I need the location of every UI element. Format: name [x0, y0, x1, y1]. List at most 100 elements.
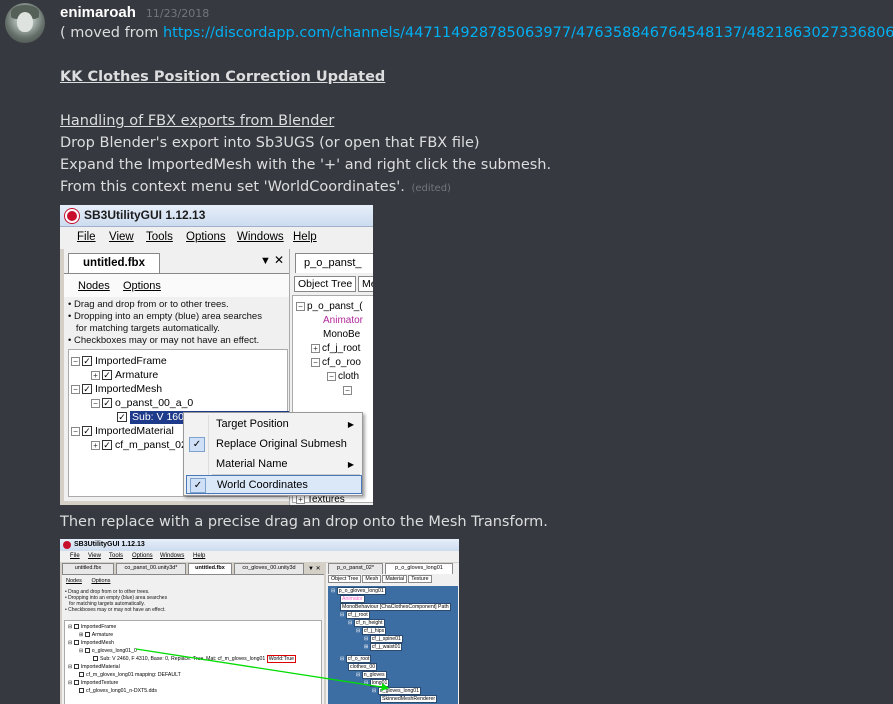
tree-row[interactable]: ⊟ ImportedMesh — [68, 639, 114, 647]
tree-row[interactable]: − ✓ ImportedMesh — [71, 382, 162, 396]
s2-tab-untitled-fbx[interactable]: untitled.fbx — [62, 563, 114, 574]
tree-row[interactable]: cf_m_gloves_long01 mapping: DEFAULT — [79, 671, 181, 679]
expand-icon[interactable]: + — [311, 343, 320, 353]
tree-row[interactable]: ⊟ p_o_gloves_long01 — [331, 587, 386, 595]
menu-item-world-coordinates[interactable]: ✓ World Coordinates — [186, 475, 362, 494]
tab-object-tree[interactable]: Object Tree — [328, 575, 362, 583]
s1-menu-options[interactable]: Options — [186, 231, 226, 243]
tree-row[interactable]: MonoBehaviour [ChaClothesComponent] Path — [340, 603, 451, 611]
tree-row[interactable]: Animator — [323, 313, 363, 327]
moved-link[interactable]: https://discordapp.com/channels/44711492… — [163, 25, 893, 41]
checkbox-checked-icon[interactable]: ✓ — [102, 398, 112, 408]
username[interactable]: enimaroah — [60, 4, 136, 21]
s2-menu-tools[interactable]: Tools — [109, 553, 123, 559]
tree-row[interactable]: ⊟ ImportedFrame — [68, 623, 116, 631]
tab-mesh[interactable]: Me — [358, 276, 373, 292]
expand-icon[interactable]: + — [91, 440, 100, 450]
collapse-icon[interactable]: − — [296, 301, 305, 311]
s1-options-menu[interactable]: Options — [123, 280, 161, 292]
s1-menu-file[interactable]: File — [77, 231, 96, 243]
checkbox-checked-icon[interactable] — [73, 664, 79, 670]
tree-row[interactable]: ⊞ cf_j_waist01 — [364, 643, 403, 651]
collapse-icon[interactable]: − — [71, 426, 80, 436]
s2-tab-co-panst[interactable]: co_panst_00.unity3d* — [116, 563, 186, 574]
menu-item-replace-original-submesh[interactable]: ✓ Replace Original Submesh — [186, 435, 362, 454]
tree-row[interactable]: ⊟ cf_n_height — [348, 619, 385, 627]
collapse-icon[interactable]: − — [71, 356, 80, 366]
s2-tab-co-gloves[interactable]: co_gloves_00.unity3d — [234, 563, 304, 574]
tree-row[interactable]: MonoBe — [323, 327, 360, 341]
checkbox-checked-icon[interactable] — [73, 640, 79, 646]
tree-row[interactable]: − cf_o_roo — [311, 355, 361, 369]
tree-row[interactable]: ⊟ ImportedTexture — [68, 679, 118, 687]
tree-row[interactable]: cf_gloves_long01_n-DXT5.dds — [79, 687, 157, 695]
s2-tab-controls-icon[interactable]: ▼ ✕ — [308, 565, 321, 572]
collapse-icon[interactable]: − — [311, 357, 320, 367]
tree-row[interactable]: ⊞ Armature — [79, 631, 113, 639]
checkbox-checked-icon[interactable]: ✓ — [102, 370, 112, 380]
tree-row[interactable]: + ✓ Armature — [91, 368, 158, 382]
tree-row[interactable]: Animator — [340, 595, 365, 603]
tree-row[interactable]: ⊟ cf_j_hips — [356, 627, 387, 635]
checkbox-checked-icon[interactable] — [93, 656, 98, 662]
tree-row[interactable]: − p_o_panst_( — [296, 299, 363, 313]
s2-menu-options[interactable]: Options — [132, 553, 153, 559]
tree-row-drop-target[interactable]: ⊟ o_gloves_long01 — [372, 687, 422, 695]
collapse-icon[interactable]: − — [343, 385, 352, 395]
checkbox-checked-icon[interactable] — [79, 688, 84, 694]
tab-mesh[interactable]: Mesh — [362, 575, 382, 583]
tree-row[interactable]: ⊟ ImportedMaterial — [68, 663, 120, 671]
s1-nodes-menu[interactable]: Nodes — [78, 280, 110, 292]
collapse-icon[interactable]: − — [327, 371, 336, 381]
checkbox-checked-icon[interactable]: ✓ — [82, 426, 92, 436]
tree-row[interactable]: − ✓ ImportedFrame — [71, 354, 167, 368]
collapse-icon[interactable]: − — [71, 384, 80, 394]
s2-menu-file[interactable]: File — [70, 553, 80, 559]
s1-tab-untitled-fbx[interactable]: untitled.fbx — [68, 253, 160, 273]
s2-menu-windows[interactable]: Windows — [160, 553, 184, 559]
menu-item-target-position[interactable]: Target Position ▶ — [186, 415, 362, 434]
checkbox-checked-icon[interactable] — [84, 648, 90, 654]
checkbox-checked-icon[interactable] — [73, 680, 79, 686]
tree-row[interactable]: ⊟ cf_j_spine01 — [364, 635, 403, 643]
tree-row[interactable]: SkinnedMeshRenderer — [380, 695, 438, 703]
s2-menu-help[interactable]: Help — [193, 553, 205, 559]
tree-row[interactable]: clothes_00 — [348, 663, 378, 671]
checkbox-checked-icon[interactable]: ✓ — [82, 384, 92, 394]
s1-tab-dropdown-icon[interactable]: ▼ — [260, 255, 271, 267]
tree-row[interactable]: ⊟ cf_j_root — [340, 611, 370, 619]
checkbox-checked-icon[interactable]: ✓ — [102, 440, 112, 450]
tree-row[interactable]: − cloth — [327, 369, 359, 383]
s2-options-menu[interactable]: Options — [91, 578, 110, 584]
s2-nodes-menu[interactable]: Nodes — [66, 578, 82, 584]
s1-tab-p-o-panst[interactable]: p_o_panst_ — [295, 253, 373, 273]
s1-menu-view[interactable]: View — [109, 231, 134, 243]
s2-tab-p-o-gloves[interactable]: p_o_gloves_long01 — [385, 563, 453, 574]
s1-tab-close-icon[interactable]: ✕ — [274, 253, 284, 267]
tree-row[interactable]: + ✓ cf_m_panst_02 — [91, 438, 187, 452]
tab-object-tree[interactable]: Object Tree — [294, 276, 357, 292]
user-avatar[interactable] — [5, 3, 45, 43]
tab-texture[interactable]: Texture — [408, 575, 432, 583]
tree-row[interactable]: ⊟ long01 — [364, 679, 390, 687]
tree-row[interactable]: − — [343, 383, 354, 397]
checkbox-checked-icon[interactable] — [79, 672, 84, 678]
checkbox-checked-icon[interactable] — [73, 624, 79, 630]
checkbox-checked-icon[interactable] — [84, 632, 90, 638]
s2-tab-untitled-fbx-active[interactable]: untitled.fbx — [188, 563, 232, 574]
attachment-image-2[interactable]: SB3UtilityGUI 1.12.13 File View Tools Op… — [60, 539, 459, 704]
tree-row[interactable]: ⊟ o_gloves_long01_0 — [79, 647, 137, 655]
expand-icon[interactable]: + — [91, 370, 100, 380]
tree-row[interactable]: ⊟ n_gloves — [356, 671, 387, 679]
collapse-icon[interactable]: − — [91, 398, 100, 408]
s1-menu-windows[interactable]: Windows — [237, 231, 284, 243]
checkbox-checked-icon[interactable]: ✓ — [82, 356, 92, 366]
s1-menu-tools[interactable]: Tools — [146, 231, 173, 243]
tree-row[interactable]: + cf_j_root — [311, 341, 360, 355]
tab-material[interactable]: Material — [382, 575, 408, 583]
s2-menu-view[interactable]: View — [88, 553, 101, 559]
tree-row[interactable]: ⊟ cf_o_root — [340, 655, 372, 663]
s1-menu-help[interactable]: Help — [293, 231, 317, 243]
s2-tab-p-o-panst[interactable]: p_o_panst_02* — [328, 563, 383, 574]
menu-item-material-name[interactable]: Material Name ▶ — [186, 455, 362, 474]
